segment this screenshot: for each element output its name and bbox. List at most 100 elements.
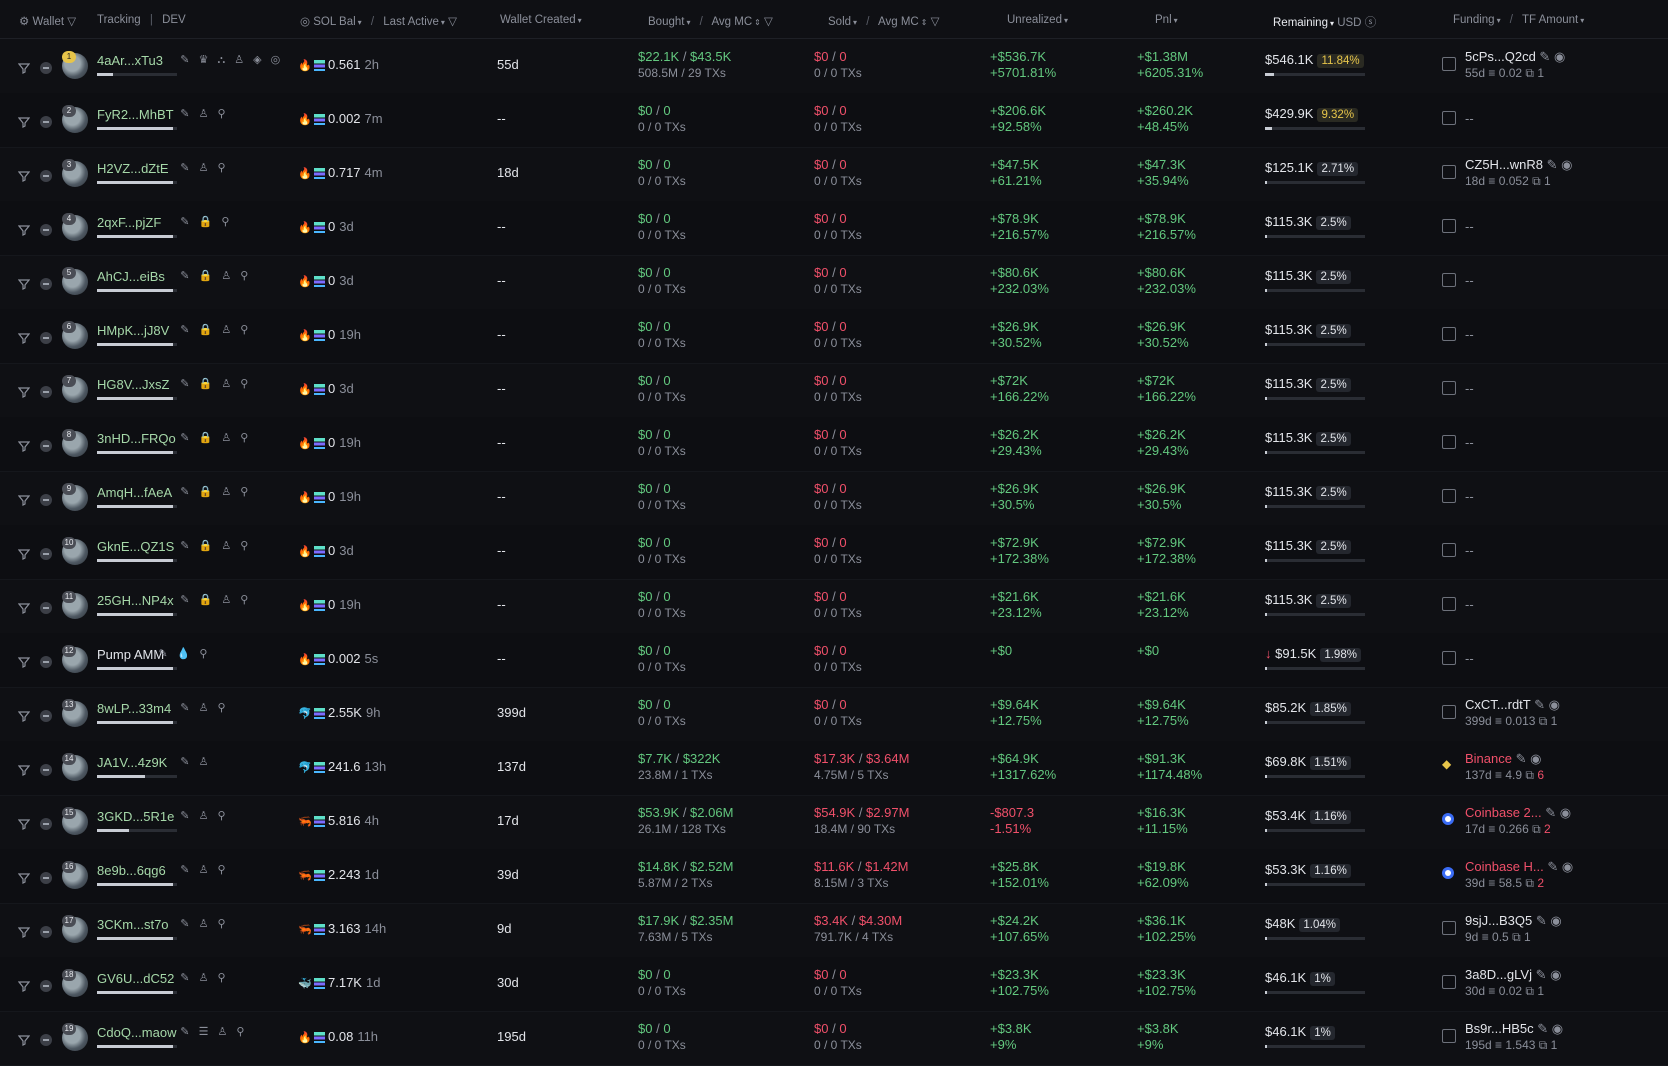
funding-source[interactable]: Coinbase H... ✎ ◉: [1465, 859, 1573, 875]
toggle-icon[interactable]: [40, 548, 52, 560]
wallet-tag-icons[interactable]: ✎ ♛ ⛬ ♙ ◈ ◎: [180, 53, 283, 67]
filter-icon[interactable]: [17, 656, 31, 668]
filter-icon[interactable]: [17, 818, 31, 830]
toggle-icon[interactable]: [40, 224, 52, 236]
filter-icon[interactable]: [17, 872, 31, 884]
filter-icon[interactable]: [17, 548, 31, 560]
filter-icon[interactable]: [17, 116, 31, 128]
toggle-icon[interactable]: [40, 278, 52, 290]
table-row[interactable]: 9 AmqH...fAeA ✎ 🔒 ♙ ⚲ 🔥 0 19h -- $0 / 00 / 0 TX…: [0, 471, 1668, 526]
wallet-tag-icons[interactable]: ✎ ☰ ♙ ⚲: [180, 1025, 247, 1038]
toggle-icon[interactable]: [40, 332, 52, 344]
edit-icon[interactable]: ✎: [1531, 697, 1549, 712]
table-row[interactable]: 17 3CKm...st7o ✎ ♙ ⚲ 🦐 3.163 14h 9d $17.9K / $2…: [0, 903, 1668, 958]
edit-icon[interactable]: ✎: [1532, 913, 1550, 928]
table-row[interactable]: 6 HMpK...jJ8V ✎ 🔒 ♙ ⚲ 🔥 0 19h -- $0 / 00 / 0 TX…: [0, 309, 1668, 364]
sold-header[interactable]: Sold ▾ / Avg MC ⇕ ▽: [828, 14, 939, 28]
table-row[interactable]: 7 HG8V...JxsZ ✎ 🔒 ♙ ⚲ 🔥 0 3d -- $0 / 00 / 0 TXs…: [0, 363, 1668, 418]
wallet-tag-icons[interactable]: ✎ 🔒 ♙ ⚲: [180, 269, 251, 282]
filter-icon[interactable]: [17, 440, 31, 452]
table-row[interactable]: 4 2qxF...pjZF ✎ 🔒 ⚲ 🔥 0 3d -- $0 / 00 / 0 TXs $0…: [0, 201, 1668, 256]
filter-icon[interactable]: [17, 386, 31, 398]
wallet-tag-icons[interactable]: ✎ ♙ ⚲: [180, 161, 228, 174]
funding-name[interactable]: Coinbase H...: [1465, 859, 1544, 874]
funding-name[interactable]: 9sjJ...B3Q5: [1465, 913, 1532, 928]
table-row[interactable]: 3 H2VZ...dZtE ✎ ♙ ⚲ 🔥 0.717 4m 18d $0 / 00 / 0 …: [0, 147, 1668, 202]
wallet-tag-icons[interactable]: ✎ 🔒 ♙ ⚲: [180, 431, 251, 444]
wallet-tag-icons[interactable]: ✎ ♙ ⚲: [180, 917, 228, 930]
edit-icon[interactable]: ✎: [1532, 967, 1550, 982]
wallet-address[interactable]: 3nHD...FRQo: [97, 431, 176, 446]
edit-icon[interactable]: ✎: [1512, 751, 1530, 766]
toggle-icon[interactable]: [40, 710, 52, 722]
table-row[interactable]: 13 8wLP...33m4 ✎ ♙ ⚲ 🐬 2.55K 9h 399d $0 / 00 / …: [0, 687, 1668, 742]
toggle-icon[interactable]: [40, 818, 52, 830]
wallet-address[interactable]: 3GKD...5R1e: [97, 809, 174, 824]
edit-icon[interactable]: ✎: [1536, 49, 1554, 64]
pnl-header[interactable]: Pnl ▾: [1155, 14, 1178, 26]
funding-name[interactable]: Coinbase 2...: [1465, 805, 1542, 820]
funding-source[interactable]: CxCT...rdtT ✎ ◉: [1465, 697, 1560, 713]
wallet-tag-icons[interactable]: ✎ 🔒 ⚲: [180, 215, 232, 228]
table-row[interactable]: 1 4aAr...xTu3 ✎ ♛ ⛬ ♙ ◈ ◎ 🔥 0.561 2h 55d $22.1K…: [0, 39, 1668, 94]
wallet-address[interactable]: Pump AMM: [97, 647, 164, 662]
wallet-tag-icons[interactable]: ✎ ♙ ⚲: [180, 809, 228, 822]
toggle-icon[interactable]: [40, 62, 52, 74]
filter-icon[interactable]: ▽: [764, 16, 773, 28]
funding-source[interactable]: Coinbase 2... ✎ ◉: [1465, 805, 1571, 821]
wallet-tag-icons[interactable]: ✎ ♙: [180, 755, 211, 768]
table-row[interactable]: 11 25GH...NP4x ✎ 🔒 ♙ ⚲ 🔥 0 19h -- $0 / 00 / 0 T…: [0, 579, 1668, 634]
filter-icon[interactable]: ▽: [67, 16, 76, 28]
table-row[interactable]: 2 FyR2...MhBT ✎ ♙ ⚲ 🔥 0.002 7m -- $0 / 00 / 0 T…: [0, 93, 1668, 148]
funding-source[interactable]: Binance ✎ ◉: [1465, 751, 1544, 767]
funding-name[interactable]: 5cPs...Q2cd: [1465, 49, 1536, 64]
filter-icon[interactable]: [17, 62, 31, 74]
wallet-address[interactable]: HG8V...JxsZ: [97, 377, 169, 392]
toggle-icon[interactable]: [40, 494, 52, 506]
table-row[interactable]: 15 3GKD...5R1e ✎ ♙ ⚲ 🦐 5.816 4h 17d $53.9K / $2…: [0, 795, 1668, 850]
wallet-tag-icons[interactable]: ✎ ♙ ⚲: [180, 107, 228, 120]
filter-icon[interactable]: [17, 494, 31, 506]
toggle-icon[interactable]: [40, 116, 52, 128]
wallet-tag-icons[interactable]: ✎ 🔒 ♙ ⚲: [180, 539, 251, 552]
funding-header[interactable]: Funding ▾ / TF Amount ▾: [1453, 14, 1584, 26]
funding-source[interactable]: 5cPs...Q2cd ✎ ◉: [1465, 49, 1565, 65]
wallet-tag-icons[interactable]: ✎ ♙ ⚲: [180, 863, 228, 876]
filter-icon[interactable]: ▽: [931, 16, 940, 28]
toggle-icon[interactable]: [40, 602, 52, 614]
funding-source[interactable]: Bs9r...HB5c ✎ ◉: [1465, 1021, 1563, 1037]
toggle-icon[interactable]: [40, 1034, 52, 1046]
table-row[interactable]: 12 Pump AMM ✎ 💧 ⚲ 🔥 0.002 5s -- $0 / 00 / 0 TXs…: [0, 633, 1668, 688]
table-row[interactable]: 14 JA1V...4z9K ✎ ♙ 🐬 241.6 13h 137d $7.7K / $32…: [0, 741, 1668, 796]
table-row[interactable]: 19 CdoQ...maow ✎ ☰ ♙ ⚲ 🔥 0.08 11h 195d $0 / 00 …: [0, 1011, 1668, 1066]
toggle-icon[interactable]: [40, 872, 52, 884]
table-row[interactable]: 18 GV6U...dC52 ✎ ♙ ⚲ 🐳 7.17K 1d 30d $0 / 00 / 0…: [0, 957, 1668, 1012]
wallet-address[interactable]: 2qxF...pjZF: [97, 215, 161, 230]
toggle-icon[interactable]: [40, 926, 52, 938]
tracking-header[interactable]: Tracking | DEV: [97, 14, 186, 26]
toggle-icon[interactable]: [40, 656, 52, 668]
wallet-address[interactable]: AhCJ...eiBs: [97, 269, 165, 284]
wallet-tag-icons[interactable]: ✎ 🔒 ♙ ⚲: [180, 323, 251, 336]
toggle-icon[interactable]: [40, 980, 52, 992]
funding-source[interactable]: 3a8D...gLVj ✎ ◉: [1465, 967, 1561, 983]
funding-name[interactable]: CxCT...rdtT: [1465, 697, 1531, 712]
filter-icon[interactable]: [17, 170, 31, 182]
filter-icon[interactable]: [17, 1034, 31, 1046]
table-row[interactable]: 16 8e9b...6qg6 ✎ ♙ ⚲ 🦐 2.243 1d 39d $14.8K / $2…: [0, 849, 1668, 904]
table-row[interactable]: 5 AhCJ...eiBs ✎ 🔒 ♙ ⚲ 🔥 0 3d -- $0 / 00 / 0 TXs…: [0, 255, 1668, 310]
remaining-header[interactable]: Remaining ▾ USD ⓢ: [1273, 14, 1376, 30]
filter-icon[interactable]: [17, 332, 31, 344]
table-row[interactable]: 10 GknE...QZ1S ✎ 🔒 ♙ ⚲ 🔥 0 3d -- $0 / 00 / 0 TX…: [0, 525, 1668, 580]
wallet-tag-icons[interactable]: ✎ 💧 ⚲: [158, 647, 210, 660]
currency-toggle-icon[interactable]: ⓢ: [1365, 17, 1377, 29]
wallet-address[interactable]: GknE...QZ1S: [97, 539, 174, 554]
wallet-address[interactable]: 8e9b...6qg6: [97, 863, 166, 878]
wallet-header[interactable]: ⚙ Wallet ▽: [19, 14, 76, 28]
edit-icon[interactable]: ✎: [1534, 1021, 1552, 1036]
edit-icon[interactable]: ✎: [1543, 157, 1561, 172]
filter-icon[interactable]: [17, 224, 31, 236]
bought-header[interactable]: Bought ▾ / Avg MC ⇕ ▽: [648, 14, 773, 28]
toggle-icon[interactable]: [40, 386, 52, 398]
wallet-address[interactable]: 25GH...NP4x: [97, 593, 174, 608]
